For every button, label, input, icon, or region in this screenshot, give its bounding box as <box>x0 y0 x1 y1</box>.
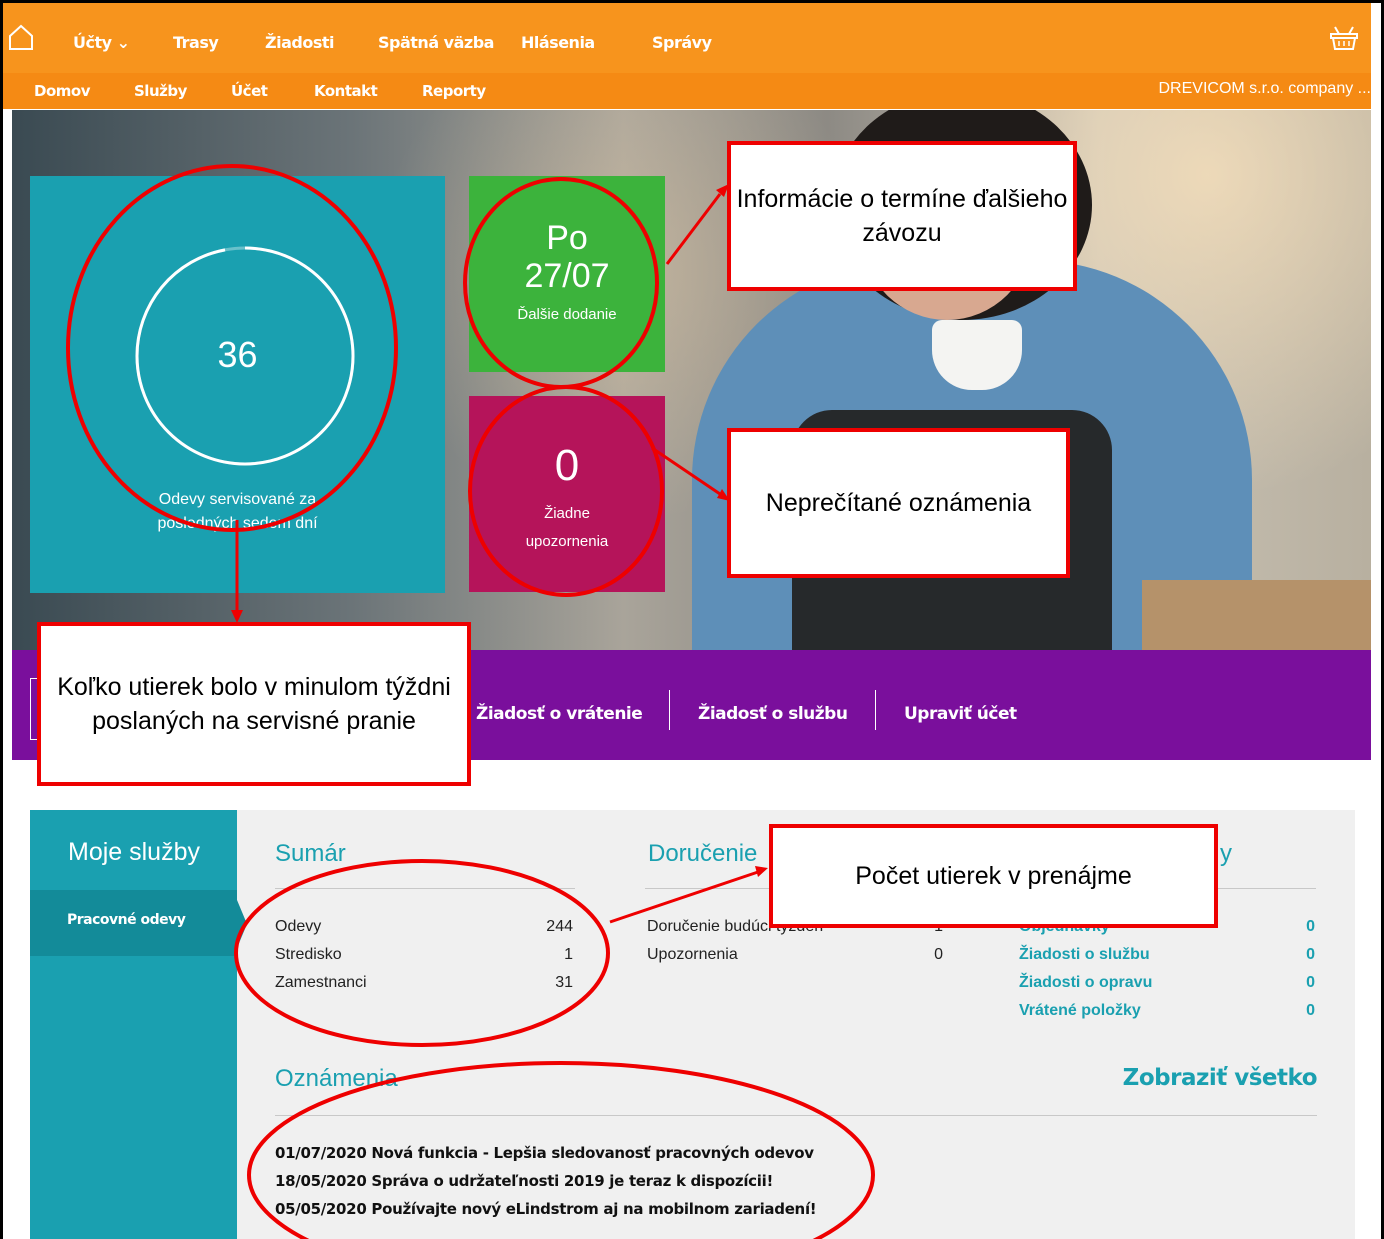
nav-item-reporty[interactable]: Reporty <box>422 82 486 100</box>
callout-towels-rent: Počet utierek v prenájme <box>769 824 1218 928</box>
requests-row-returned[interactable]: Vrátené položky 0 <box>1019 1002 1315 1020</box>
callout-towels-week: Koľko utierek bolo v minulom týždni posl… <box>37 622 471 786</box>
callout-unread: Neprečítané oznámenia <box>727 428 1070 578</box>
announcements-heading: Oznámenia <box>275 1065 398 1092</box>
delivery-label: Ďalšie dodanie <box>517 306 617 323</box>
tab-label: Pracovné odevy <box>67 912 186 928</box>
nav-item-hlasenia[interactable]: Hlásenia <box>521 33 595 52</box>
garments-caption: Odevy servisované za posledných sedem dn… <box>157 491 318 532</box>
show-all-link[interactable]: Zobraziť všetko <box>1123 1065 1318 1091</box>
summary-row: Stredisko 1 <box>275 946 573 963</box>
return-request-button[interactable]: Žiadosť o vrátenie <box>476 704 643 724</box>
delivery-row: Upozornenia 0 <box>647 946 943 963</box>
garments-serviced-tile[interactable]: 36 Odevy servisované za posledných sedem… <box>30 176 445 593</box>
announcement-item[interactable]: 18/05/2020 Správa o udržateľnosti 2019 j… <box>275 1172 773 1190</box>
basket-icon[interactable] <box>1329 25 1359 51</box>
service-request-button[interactable]: Žiadosť o službu <box>698 704 848 724</box>
requests-heading: y <box>1220 840 1232 867</box>
delivery-heading: Doručenie <box>648 840 758 867</box>
main-navbar: Účty ⌄ Trasy Žiadosti Spätná väzba Hláse… <box>3 3 1371 73</box>
services-sidebar: Moje služby Pracovné odevy <box>30 810 247 1239</box>
home-icon[interactable] <box>7 23 35 51</box>
announcement-item[interactable]: 05/05/2020 Používajte nový eLindstrom aj… <box>275 1200 817 1218</box>
edit-account-button[interactable]: Upraviť účet <box>904 704 1017 724</box>
summary-row: Odevy 244 <box>275 918 573 935</box>
company-name[interactable]: DREVICOM s.r.o. company ... <box>1159 80 1372 98</box>
announcement-item[interactable]: 01/07/2020 Nová funkcia - Lepšia sledova… <box>275 1144 814 1162</box>
summary-heading: Sumár <box>275 840 346 867</box>
nav-item-ziadosti[interactable]: Žiadosti <box>265 33 334 52</box>
nav-item-spatna-vazba[interactable]: Spätná väzba <box>378 33 494 52</box>
delivery-day: Po <box>546 219 588 257</box>
garments-count: 36 <box>217 334 258 375</box>
secondary-navbar: Domov Služby Účet Kontakt Reporty DREVIC… <box>3 73 1371 109</box>
alerts-label: Žiadne upozornenia <box>525 505 609 550</box>
divider <box>669 690 670 730</box>
nav-item-sluzby[interactable]: Služby <box>134 82 187 100</box>
alerts-tile[interactable]: 0 Žiadne upozornenia <box>469 396 665 592</box>
requests-row-repair[interactable]: Žiadosti o opravu 0 <box>1019 974 1315 992</box>
summary-row: Zamestnanci 31 <box>275 974 573 991</box>
nav-item-ucet[interactable]: Účet <box>231 82 268 100</box>
divider <box>275 888 575 889</box>
nav-item-kontakt[interactable]: Kontakt <box>314 82 378 100</box>
requests-row-service[interactable]: Žiadosti o službu 0 <box>1019 946 1315 964</box>
callout-delivery-info: Informácie o termíne ďalšieho závozu <box>727 141 1077 291</box>
nav-item-spravy[interactable]: Správy <box>652 33 712 52</box>
services-title: Moje služby <box>68 838 200 866</box>
delivery-date: 27/07 <box>524 257 610 295</box>
nav-item-ucty[interactable]: Účty ⌄ <box>73 33 130 52</box>
divider <box>275 1115 1317 1116</box>
alerts-count: 0 <box>554 441 580 490</box>
nav-item-trasy[interactable]: Trasy <box>173 33 219 52</box>
tab-work-clothes[interactable]: Pracovné odevy <box>30 890 237 956</box>
divider <box>875 690 876 730</box>
next-delivery-tile[interactable]: Po 27/07 Ďalšie dodanie <box>469 176 665 372</box>
nav-item-domov[interactable]: Domov <box>34 82 90 100</box>
